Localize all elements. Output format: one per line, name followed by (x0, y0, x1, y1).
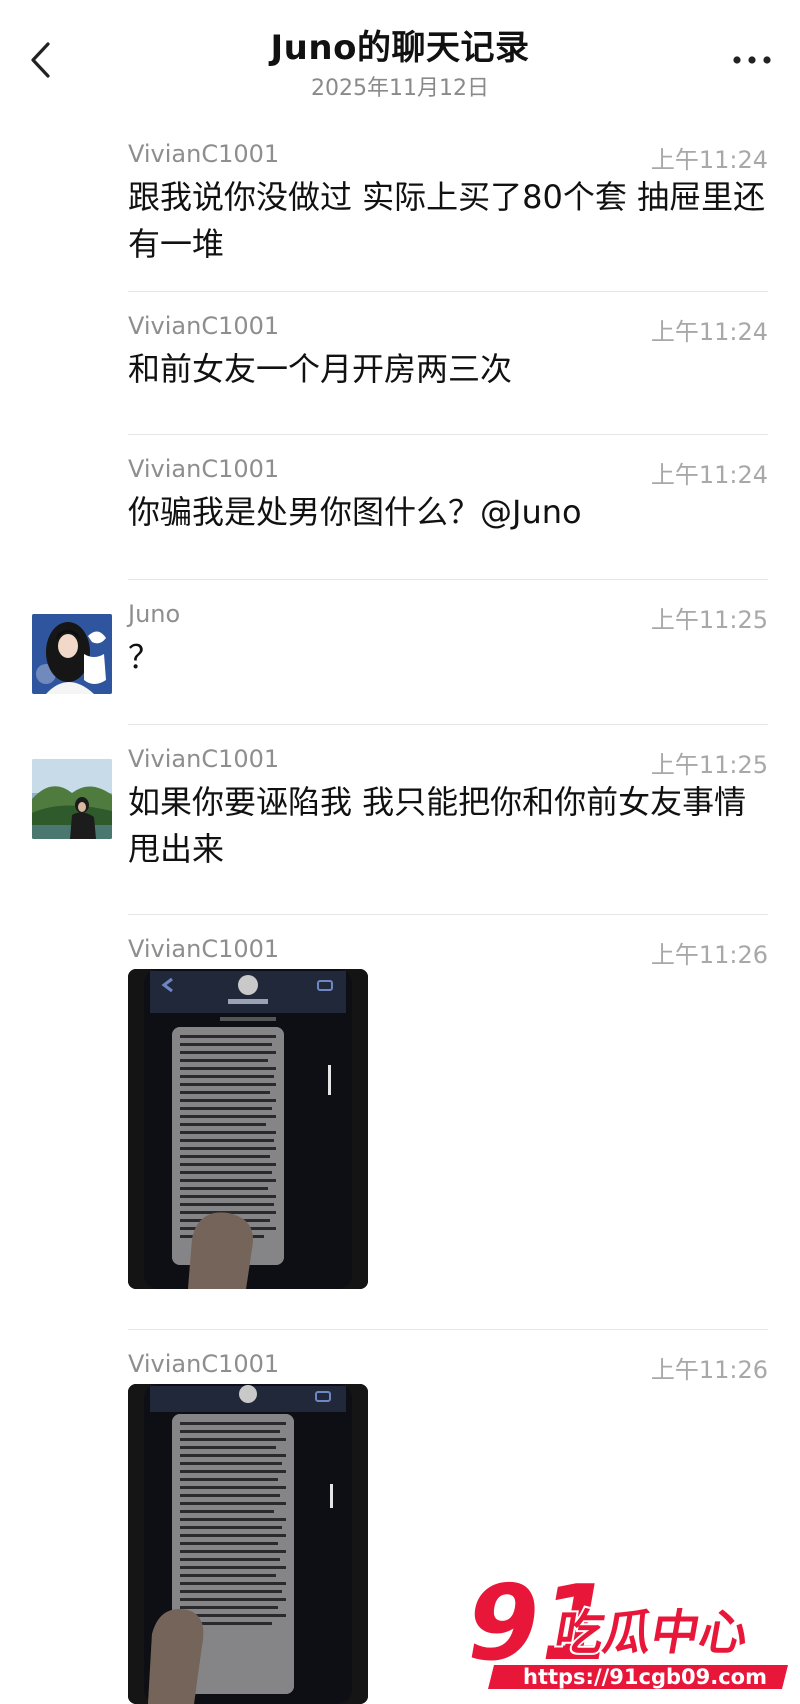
page-title: Juno的聊天记录 (270, 28, 530, 68)
phone-photo-image (128, 1384, 368, 1704)
chat-message[interactable]: VivianC1001 上午11:24 和前女友一个月开房两三次 (0, 292, 800, 435)
message-time: 上午11:26 (650, 941, 768, 969)
chat-image[interactable] (128, 1384, 368, 1704)
svg-text:吃瓜中心: 吃瓜中心 (551, 1605, 753, 1661)
message-text: 你骗我是处男你图什么？@Juno (128, 493, 582, 531)
record-date: 2025年11月12日 (311, 76, 489, 101)
watermark-url: https://91cgb09.com (523, 1665, 767, 1689)
message-time: 上午11:25 (650, 751, 768, 779)
chat-message[interactable]: VivianC1001 上午11:24 跟我说你没做过 实际上买了80个套 抽屉… (0, 120, 800, 292)
chat-message[interactable]: Juno 上午11:25 ？ (0, 580, 800, 725)
sender-name: VivianC1001 (128, 935, 280, 963)
sender-name: VivianC1001 (128, 312, 280, 340)
message-text: 如果你要诬陷我 我只能把你和你前女友事情甩出来 (128, 783, 747, 868)
chat-message[interactable]: VivianC1001 上午11:26 (0, 915, 800, 1330)
chat-image[interactable] (128, 969, 368, 1289)
sender-name: VivianC1001 (128, 1350, 280, 1378)
sender-name: VivianC1001 (128, 745, 280, 773)
sender-name: Juno (128, 600, 181, 628)
chat-record-header: Juno的聊天记录 2025年11月12日 (0, 0, 800, 120)
message-time: 上午11:24 (650, 146, 768, 174)
message-time: 上午11:25 (650, 606, 768, 634)
avatar[interactable] (32, 759, 112, 839)
message-time: 上午11:24 (650, 461, 768, 489)
chat-message[interactable]: VivianC1001 上午11:24 你骗我是处男你图什么？@Juno (0, 435, 800, 580)
sender-name: VivianC1001 (128, 455, 280, 483)
message-text: ？ (128, 638, 161, 676)
more-button[interactable] (726, 38, 778, 82)
message-text: 跟我说你没做过 实际上买了80个套 抽屉里还有一堆 (128, 178, 766, 263)
message-text: 和前女友一个月开房两三次 (128, 350, 513, 388)
avatar-image (32, 614, 112, 694)
phone-photo-image (128, 969, 368, 1289)
chat-message[interactable]: VivianC1001 上午11:25 如果你要诬陷我 我只能把你和你前女友事情… (0, 725, 800, 915)
message-time: 上午11:26 (650, 1356, 768, 1384)
avatar-image (32, 759, 112, 839)
sender-name: VivianC1001 (128, 140, 280, 168)
avatar[interactable] (32, 614, 112, 694)
message-list[interactable]: VivianC1001 上午11:24 跟我说你没做过 实际上买了80个套 抽屉… (0, 120, 800, 1704)
watermark-logo: 91 吃瓜中心 https://91cgb09.com (450, 1560, 790, 1693)
more-dots-icon (733, 56, 771, 64)
message-time: 上午11:24 (650, 318, 768, 346)
